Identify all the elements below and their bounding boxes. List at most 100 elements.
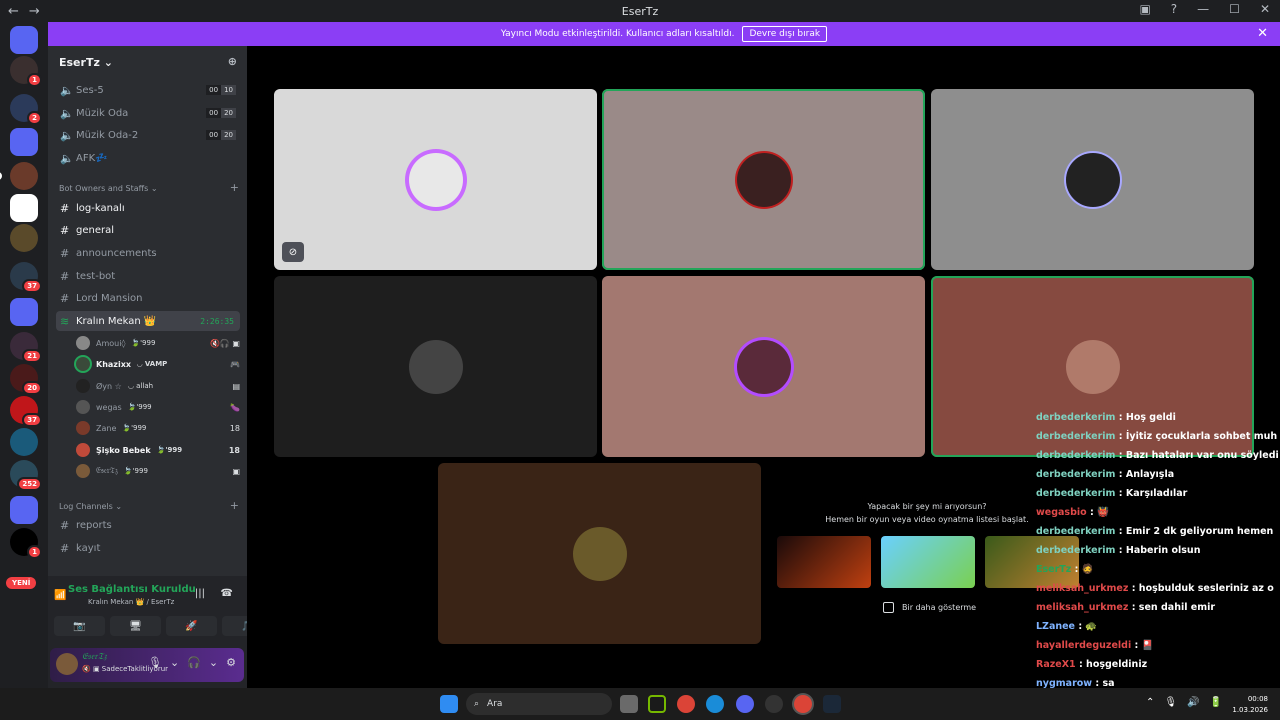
chevron-up-icon[interactable]: ⌃ — [1146, 697, 1154, 708]
inbox-icon[interactable]: ▣ — [1139, 2, 1150, 16]
app-icon[interactable] — [765, 695, 783, 713]
screen-share-button[interactable]: 🖥 — [110, 616, 161, 636]
person-add-icon[interactable]: ⊕ — [228, 55, 237, 68]
battery-icon[interactable]: 🔋 — [1210, 697, 1222, 708]
server-icon[interactable] — [0, 162, 38, 190]
noise-suppression-icon[interactable]: ||| — [195, 588, 205, 599]
disable-streamer-mode-button[interactable]: Devre dışı bırak — [742, 26, 828, 42]
voice-user[interactable]: Amoui◊ 🍃'999 🔇🎧 ▣ — [76, 333, 240, 353]
voice-user[interactable]: Khazixx ◡ VAMP 🎮 — [76, 354, 240, 374]
microphone-icon[interactable]: 🎙 — [1164, 697, 1177, 708]
server-header[interactable]: EserTz ⌄ ⊕ — [48, 46, 247, 78]
chat-username[interactable]: wegasbio — [1036, 507, 1087, 518]
text-channel[interactable]: # reports — [56, 515, 240, 535]
start-button[interactable] — [440, 695, 458, 713]
server-icon[interactable] — [10, 428, 38, 456]
chat-username[interactable]: EserTz — [1036, 564, 1071, 575]
voice-user[interactable]: Şişko Bebek 🍃'999 18 — [76, 440, 240, 460]
server-icon[interactable]: 37 — [10, 262, 42, 293]
clock[interactable]: 00:08 1.03.2026 — [1232, 694, 1268, 716]
discord-icon[interactable] — [736, 695, 754, 713]
voice-channel[interactable]: 🔈 Ses-5 00 10 — [56, 80, 240, 100]
chat-username[interactable]: LZanee — [1036, 621, 1075, 632]
voice-channel[interactable]: 🔈 AFK💤 — [56, 148, 240, 168]
server-icon[interactable] — [10, 224, 38, 252]
chat-username[interactable]: derbederkerim — [1036, 469, 1115, 480]
nvidia-icon[interactable] — [648, 695, 666, 713]
server-icon[interactable]: 20 — [10, 364, 42, 395]
folder-icon[interactable] — [10, 298, 38, 326]
taskbar-search[interactable]: ⌕ Ara — [466, 693, 612, 715]
voice-channel[interactable]: 🔈 Müzik Oda-2 00 20 — [56, 125, 240, 145]
chrome-icon[interactable] — [794, 695, 812, 713]
server-icon[interactable] — [10, 194, 38, 222]
dont-show-again[interactable]: Bir daha gösterme — [883, 602, 976, 613]
volume-icon[interactable]: 🔊 — [1187, 697, 1199, 708]
gear-icon[interactable]: ⚙ — [226, 656, 236, 669]
add-channel-icon[interactable]: + — [230, 499, 239, 512]
chat-username[interactable]: hayallerdeguzeldi — [1036, 640, 1131, 651]
folder-icon[interactable] — [10, 496, 38, 524]
chat-username[interactable]: nygmarow — [1036, 678, 1092, 688]
text-channel[interactable]: # log-kanalı — [56, 198, 240, 218]
category-header[interactable]: Log Channels ⌄ + — [59, 499, 239, 512]
activities-button[interactable]: 🚀 — [166, 616, 217, 636]
chat-username[interactable]: derbederkerim — [1036, 412, 1115, 423]
category-header[interactable]: Bot Owners and Staffs ⌄ + — [59, 181, 239, 194]
server-icon[interactable]: 2 — [10, 94, 42, 125]
voice-user[interactable]: 𝔈𝔰𝔢𝔯𝔗𝔷 🍃'999 ▣ — [76, 461, 240, 481]
user-name[interactable]: 𝔈𝔰𝔢𝔯𝔗𝔷 — [82, 652, 107, 662]
chat-username[interactable]: derbederkerim — [1036, 450, 1115, 461]
text-channel[interactable]: # announcements — [56, 243, 240, 263]
chevron-down-icon[interactable]: ⌄ — [170, 656, 179, 669]
server-icon[interactable]: 21 — [10, 332, 42, 363]
server-icon[interactable]: 37 — [10, 396, 42, 427]
chat-username[interactable]: derbederkerim — [1036, 488, 1115, 499]
minimize-button[interactable]: — — [1197, 2, 1209, 16]
chat-username[interactable]: RazeX1 — [1036, 659, 1076, 670]
voice-user[interactable]: Zane 🍃'999 18 — [76, 418, 240, 438]
chat-username[interactable]: derbederkerim — [1036, 526, 1115, 537]
folder-icon[interactable] — [10, 128, 38, 156]
voice-user[interactable]: wegas 🍃'999 🍆 — [76, 397, 240, 417]
participant-tile[interactable] — [931, 89, 1254, 270]
chat-username[interactable]: meliksah_urkmez — [1036, 583, 1128, 594]
activity-card[interactable] — [881, 536, 975, 588]
voice-channel[interactable]: 🔈 Müzik Oda 00 20 — [56, 103, 240, 123]
avatar[interactable] — [56, 653, 78, 675]
participant-tile[interactable] — [602, 276, 925, 457]
checkbox[interactable] — [883, 602, 894, 613]
activity-card[interactable] — [777, 536, 871, 588]
edge-icon[interactable] — [706, 695, 724, 713]
close-button[interactable]: ✕ — [1260, 2, 1270, 16]
help-icon[interactable]: ? — [1171, 2, 1177, 16]
disconnect-icon[interactable]: ☎ — [221, 588, 233, 599]
add-channel-icon[interactable]: + — [230, 181, 239, 194]
server-icon[interactable]: 252 — [10, 460, 42, 491]
maximize-button[interactable]: ☐ — [1229, 2, 1240, 16]
camera-toggle-button[interactable]: 📷 — [54, 616, 105, 636]
active-voice-channel[interactable]: ≋ Kralın Mekan 👑 2:26:35 — [56, 311, 240, 331]
chevron-down-icon[interactable]: ⌄ — [209, 656, 218, 669]
text-channel[interactable]: # general — [56, 220, 240, 240]
text-channel[interactable]: # kayıt — [56, 538, 240, 558]
text-channel[interactable]: # Lord Mansion — [56, 288, 240, 308]
connection-status[interactable]: Ses Bağlantısı Kuruldu — [68, 584, 196, 595]
participant-tile[interactable] — [602, 89, 925, 270]
voice-user[interactable]: Øyn ☆ ◡ allah ▤ — [76, 376, 240, 396]
server-icon[interactable]: 1 — [10, 528, 42, 559]
chat-username[interactable]: meliksah_urkmez — [1036, 602, 1128, 613]
chrome-icon[interactable] — [677, 695, 695, 713]
headphones-icon[interactable]: 🎧 — [187, 656, 201, 669]
server-icon[interactable]: 1 — [10, 56, 42, 87]
camera-off-icon[interactable]: ⊘ — [282, 242, 304, 262]
discord-home-icon[interactable] — [10, 26, 38, 54]
participant-tile[interactable] — [274, 276, 597, 457]
participant-tile[interactable] — [438, 463, 761, 644]
task-view-icon[interactable] — [620, 695, 638, 713]
connection-channel[interactable]: Kralın Mekan 👑 / EserTz — [88, 598, 174, 606]
microphone-icon[interactable]: 🎙 — [148, 656, 162, 669]
steam-icon[interactable] — [823, 695, 841, 713]
chat-username[interactable]: derbederkerim — [1036, 431, 1115, 442]
participant-tile[interactable]: ⊘ — [274, 89, 597, 270]
